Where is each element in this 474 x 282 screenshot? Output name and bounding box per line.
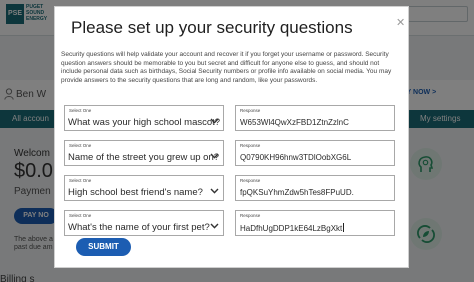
response-field-2[interactable]: Response Q0790KH96hnw3TDlOobXG6L [235,140,395,166]
question-select-1[interactable]: Select One What was your high school mas… [64,105,224,131]
modal-description: Security questions will help validate yo… [61,51,392,84]
select-label: Select One [69,108,92,113]
chevron-down-icon [210,223,219,229]
response-field-3[interactable]: Response fpQKSuYhmZdw5hTes8FPuUD. [235,175,395,201]
response-value: fpQKSuYhmZdw5hTes8FPuUD. [240,188,354,197]
selected-question: High school best friend's name? [68,187,203,198]
selected-question: Name of the street you grew up on? [68,152,220,163]
response-field-1[interactable]: Response W653Wl4QwXzFBD1ZtnZzlnC [235,105,395,131]
chevron-down-icon [210,153,219,159]
chevron-down-icon [210,188,219,194]
response-label: Response [240,213,261,218]
response-value: Q0790KH96hnw3TDlOobXG6L [240,153,352,162]
response-value-with-caret: HaDfhUgDDP1kE64LzBgXkt [240,223,345,233]
response-label: Response [240,108,261,113]
security-question-row: Select One Name of the street you grew u… [64,140,395,166]
question-select-4[interactable]: Select One What's the name of your first… [64,210,224,236]
selected-question: What's the name of your first pet? [68,222,210,233]
close-icon[interactable]: ✕ [396,16,405,29]
text-caret [343,223,345,232]
chevron-down-icon [210,118,219,124]
submit-button[interactable]: SUBMIT [76,238,131,256]
security-questions-modal: Please set up your security questions ✕ … [54,6,409,268]
question-select-2[interactable]: Select One Name of the street you grew u… [64,140,224,166]
response-value: HaDfhUgDDP1kE64LzBgXkt [240,224,343,233]
modal-title: Please set up your security questions [71,18,353,37]
selected-question: What was your high school mascot? [68,117,221,128]
response-value: W653Wl4QwXzFBD1ZtnZzlnC [240,118,349,127]
select-label: Select One [69,213,92,218]
security-question-row: Select One What was your high school mas… [64,105,395,131]
select-label: Select One [69,143,92,148]
response-field-4[interactable]: Response HaDfhUgDDP1kE64LzBgXkt [235,210,395,236]
response-label: Response [240,143,261,148]
security-question-row: Select One What's the name of your first… [64,210,395,236]
select-label: Select One [69,178,92,183]
security-question-row: Select One High school best friend's nam… [64,175,395,201]
question-select-3[interactable]: Select One High school best friend's nam… [64,175,224,201]
response-label: Response [240,178,261,183]
